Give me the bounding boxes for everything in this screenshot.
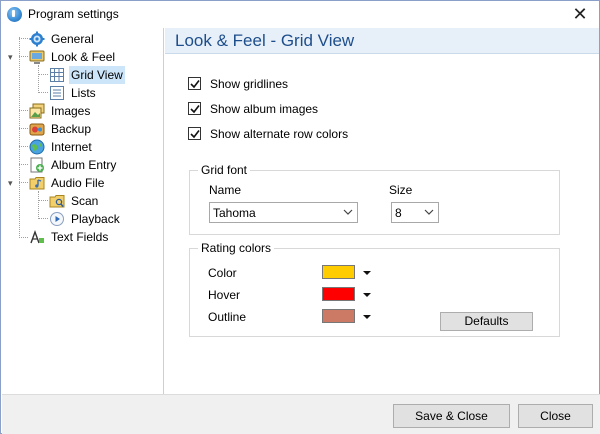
group-legend: Grid font xyxy=(198,163,251,177)
settings-window: Program settings ✕ General ▾ Look & Feel… xyxy=(0,0,600,434)
font-name-select[interactable]: Tahoma xyxy=(209,202,358,223)
globe-icon xyxy=(29,139,45,155)
gear-icon xyxy=(29,31,45,47)
tree-item-label: Look & Feel xyxy=(51,50,116,64)
checkbox-label: Show alternate row colors xyxy=(210,127,349,141)
font-size-label: Size xyxy=(389,183,413,197)
checkbox-label: Show gridlines xyxy=(210,77,289,91)
group-legend: Rating colors xyxy=(198,241,275,255)
outline-color-swatch[interactable] xyxy=(322,309,355,323)
rating-colors-group: Rating colors Color Hover Outline Defaul… xyxy=(189,241,560,337)
backup-icon xyxy=(29,121,45,137)
list-icon xyxy=(49,85,65,101)
check-icon xyxy=(190,130,200,139)
hover-color-swatch[interactable] xyxy=(322,287,355,301)
grid-font-group: Grid font Name Size Tahoma 8 xyxy=(189,163,560,235)
app-icon xyxy=(7,7,22,22)
font-name-label: Name xyxy=(209,183,242,197)
grid-icon xyxy=(49,67,65,83)
scan-folder-icon xyxy=(49,193,65,209)
check-icon xyxy=(190,105,200,114)
chevron-down-icon[interactable]: ▾ xyxy=(8,48,18,66)
save-and-close-button[interactable]: Save & Close xyxy=(393,404,510,428)
window-title: Program settings xyxy=(28,7,119,21)
text-fields-icon xyxy=(29,229,45,245)
tree-item-label: Album Entry xyxy=(51,158,117,172)
close-button[interactable]: Close xyxy=(518,404,593,428)
font-size-value: 8 xyxy=(395,206,402,220)
outline-dropdown-arrow-icon[interactable] xyxy=(363,315,371,319)
tree-item-label: Audio File xyxy=(51,176,105,190)
tree-item-label: Lists xyxy=(71,86,96,100)
title-bar: Program settings ✕ xyxy=(1,1,599,28)
audio-folder-icon xyxy=(29,175,45,191)
checkbox-label: Show album images xyxy=(210,102,319,116)
tree-item-label: Scan xyxy=(71,194,99,208)
page-header: Look & Feel - Grid View xyxy=(165,28,599,54)
tree-item-label: Internet xyxy=(51,140,92,154)
color-swatch[interactable] xyxy=(322,265,355,279)
defaults-button[interactable]: Defaults xyxy=(440,312,533,331)
settings-content: Look & Feel - Grid View Show gridlines S… xyxy=(165,28,599,394)
monitor-icon xyxy=(29,49,45,65)
chevron-down-icon[interactable]: ▾ xyxy=(8,174,18,192)
font-name-value: Tahoma xyxy=(213,206,256,220)
chevron-down-icon[interactable] xyxy=(420,203,438,222)
play-icon xyxy=(49,211,65,227)
hover-label: Hover xyxy=(208,288,241,302)
tree-item-label: Backup xyxy=(51,122,92,136)
tree-item-label: Playback xyxy=(71,212,120,226)
color-dropdown-arrow-icon[interactable] xyxy=(363,271,371,275)
checkbox-box[interactable] xyxy=(188,127,201,140)
checkbox-box[interactable] xyxy=(188,102,201,115)
close-window-button[interactable]: ✕ xyxy=(569,4,591,24)
images-icon xyxy=(29,103,45,119)
tree-item-label: Grid View xyxy=(69,66,125,84)
chevron-down-icon[interactable] xyxy=(339,203,357,222)
check-icon xyxy=(190,80,200,89)
outline-label: Outline xyxy=(208,310,247,324)
footer-bar: Save & Close Close xyxy=(2,394,600,434)
settings-tree: General ▾ Look & Feel Grid View Lists Im… xyxy=(2,28,164,394)
tree-item-label: Images xyxy=(51,104,91,118)
page-title: Look & Feel - Grid View xyxy=(175,31,355,50)
checkbox-box[interactable] xyxy=(188,77,201,90)
font-size-select[interactable]: 8 xyxy=(391,202,439,223)
album-entry-icon xyxy=(29,157,45,173)
tree-item-label: General xyxy=(51,32,94,46)
color-label: Color xyxy=(208,266,237,280)
hover-dropdown-arrow-icon[interactable] xyxy=(363,293,371,297)
tree-item-label: Text Fields xyxy=(51,230,109,244)
